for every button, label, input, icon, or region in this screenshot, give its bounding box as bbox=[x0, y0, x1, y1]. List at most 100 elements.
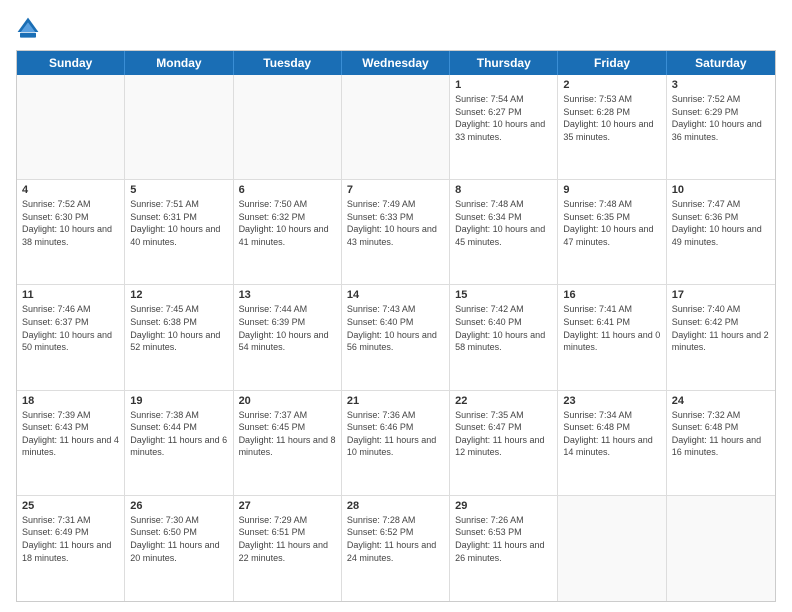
cell-details: Sunrise: 7:30 AM Sunset: 6:50 PM Dayligh… bbox=[130, 514, 227, 564]
calendar-cell: 16 Sunrise: 7:41 AM Sunset: 6:41 PM Dayli… bbox=[558, 285, 666, 389]
calendar-cell: 27 Sunrise: 7:29 AM Sunset: 6:51 PM Dayli… bbox=[234, 496, 342, 601]
calendar-cell: 9 Sunrise: 7:48 AM Sunset: 6:35 PM Daylig… bbox=[558, 180, 666, 284]
cell-details: Sunrise: 7:39 AM Sunset: 6:43 PM Dayligh… bbox=[22, 409, 119, 459]
day-number: 27 bbox=[239, 500, 336, 512]
calendar-cell bbox=[342, 75, 450, 179]
weekday-header: Friday bbox=[558, 51, 666, 75]
day-number: 26 bbox=[130, 500, 227, 512]
cell-details: Sunrise: 7:48 AM Sunset: 6:35 PM Dayligh… bbox=[563, 198, 660, 248]
calendar-cell: 24 Sunrise: 7:32 AM Sunset: 6:48 PM Dayli… bbox=[667, 391, 775, 495]
calendar-body: 1 Sunrise: 7:54 AM Sunset: 6:27 PM Daylig… bbox=[17, 75, 775, 601]
day-number: 22 bbox=[455, 395, 552, 407]
calendar-header: SundayMondayTuesdayWednesdayThursdayFrid… bbox=[17, 51, 775, 75]
cell-details: Sunrise: 7:46 AM Sunset: 6:37 PM Dayligh… bbox=[22, 303, 119, 353]
cell-details: Sunrise: 7:29 AM Sunset: 6:51 PM Dayligh… bbox=[239, 514, 336, 564]
cell-details: Sunrise: 7:50 AM Sunset: 6:32 PM Dayligh… bbox=[239, 198, 336, 248]
cell-details: Sunrise: 7:32 AM Sunset: 6:48 PM Dayligh… bbox=[672, 409, 770, 459]
calendar-cell: 3Sunrise: 7:52 AM Sunset: 6:29 PM Daylig… bbox=[667, 75, 775, 179]
day-number: 5 bbox=[130, 184, 227, 196]
weekday-header: Wednesday bbox=[342, 51, 450, 75]
cell-details: Sunrise: 7:44 AM Sunset: 6:39 PM Dayligh… bbox=[239, 303, 336, 353]
day-number: 16 bbox=[563, 289, 660, 301]
logo bbox=[16, 16, 44, 40]
calendar-cell bbox=[558, 496, 666, 601]
day-number: 2 bbox=[563, 79, 660, 91]
cell-details: Sunrise: 7:38 AM Sunset: 6:44 PM Dayligh… bbox=[130, 409, 227, 459]
day-number: 8 bbox=[455, 184, 552, 196]
cell-details: Sunrise: 7:41 AM Sunset: 6:41 PM Dayligh… bbox=[563, 303, 660, 353]
cell-details: Sunrise: 7:42 AM Sunset: 6:40 PM Dayligh… bbox=[455, 303, 552, 353]
day-number: 3 bbox=[672, 79, 770, 91]
cell-details: Sunrise: 7:36 AM Sunset: 6:46 PM Dayligh… bbox=[347, 409, 444, 459]
day-number: 14 bbox=[347, 289, 444, 301]
calendar-cell: 26 Sunrise: 7:30 AM Sunset: 6:50 PM Dayli… bbox=[125, 496, 233, 601]
day-number: 25 bbox=[22, 500, 119, 512]
logo-icon bbox=[16, 16, 40, 40]
cell-details: Sunrise: 7:43 AM Sunset: 6:40 PM Dayligh… bbox=[347, 303, 444, 353]
calendar-row: 25 Sunrise: 7:31 AM Sunset: 6:49 PM Dayli… bbox=[17, 496, 775, 601]
day-number: 24 bbox=[672, 395, 770, 407]
cell-details: Sunrise: 7:40 AM Sunset: 6:42 PM Dayligh… bbox=[672, 303, 770, 353]
cell-details: Sunrise: 7:37 AM Sunset: 6:45 PM Dayligh… bbox=[239, 409, 336, 459]
calendar-cell: 17 Sunrise: 7:40 AM Sunset: 6:42 PM Dayli… bbox=[667, 285, 775, 389]
calendar-cell: 18 Sunrise: 7:39 AM Sunset: 6:43 PM Dayli… bbox=[17, 391, 125, 495]
calendar-cell: 23 Sunrise: 7:34 AM Sunset: 6:48 PM Dayli… bbox=[558, 391, 666, 495]
calendar-row: 18 Sunrise: 7:39 AM Sunset: 6:43 PM Dayli… bbox=[17, 391, 775, 496]
day-number: 15 bbox=[455, 289, 552, 301]
cell-details: Sunrise: 7:47 AM Sunset: 6:36 PM Dayligh… bbox=[672, 198, 770, 248]
cell-details: Sunrise: 7:49 AM Sunset: 6:33 PM Dayligh… bbox=[347, 198, 444, 248]
day-number: 23 bbox=[563, 395, 660, 407]
cell-details: Sunrise: 7:45 AM Sunset: 6:38 PM Dayligh… bbox=[130, 303, 227, 353]
day-number: 18 bbox=[22, 395, 119, 407]
calendar-cell bbox=[125, 75, 233, 179]
day-number: 7 bbox=[347, 184, 444, 196]
cell-details: Sunrise: 7:31 AM Sunset: 6:49 PM Dayligh… bbox=[22, 514, 119, 564]
cell-details: Sunrise: 7:52 AM Sunset: 6:30 PM Dayligh… bbox=[22, 198, 119, 248]
calendar-cell bbox=[234, 75, 342, 179]
cell-details: Sunrise: 7:26 AM Sunset: 6:53 PM Dayligh… bbox=[455, 514, 552, 564]
cell-details: Sunrise: 7:48 AM Sunset: 6:34 PM Dayligh… bbox=[455, 198, 552, 248]
day-number: 20 bbox=[239, 395, 336, 407]
day-number: 21 bbox=[347, 395, 444, 407]
day-number: 19 bbox=[130, 395, 227, 407]
day-number: 6 bbox=[239, 184, 336, 196]
weekday-header: Saturday bbox=[667, 51, 775, 75]
day-number: 17 bbox=[672, 289, 770, 301]
weekday-header: Tuesday bbox=[234, 51, 342, 75]
cell-details: Sunrise: 7:34 AM Sunset: 6:48 PM Dayligh… bbox=[563, 409, 660, 459]
calendar-cell: 1 Sunrise: 7:54 AM Sunset: 6:27 PM Daylig… bbox=[450, 75, 558, 179]
calendar-cell: 5Sunrise: 7:51 AM Sunset: 6:31 PM Daylig… bbox=[125, 180, 233, 284]
day-number: 9 bbox=[563, 184, 660, 196]
calendar-cell: 11Sunrise: 7:46 AM Sunset: 6:37 PM Dayli… bbox=[17, 285, 125, 389]
calendar-cell bbox=[17, 75, 125, 179]
calendar-cell: 2 Sunrise: 7:53 AM Sunset: 6:28 PM Daylig… bbox=[558, 75, 666, 179]
weekday-header: Sunday bbox=[17, 51, 125, 75]
calendar-cell: 25 Sunrise: 7:31 AM Sunset: 6:49 PM Dayli… bbox=[17, 496, 125, 601]
calendar-cell: 29 Sunrise: 7:26 AM Sunset: 6:53 PM Dayli… bbox=[450, 496, 558, 601]
weekday-header: Monday bbox=[125, 51, 233, 75]
weekday-header: Thursday bbox=[450, 51, 558, 75]
calendar-cell: 13Sunrise: 7:44 AM Sunset: 6:39 PM Dayli… bbox=[234, 285, 342, 389]
calendar-row: 4 Sunrise: 7:52 AM Sunset: 6:30 PM Daylig… bbox=[17, 180, 775, 285]
calendar-cell: 7 Sunrise: 7:49 AM Sunset: 6:33 PM Daylig… bbox=[342, 180, 450, 284]
calendar-row: 1 Sunrise: 7:54 AM Sunset: 6:27 PM Daylig… bbox=[17, 75, 775, 180]
calendar-row: 11Sunrise: 7:46 AM Sunset: 6:37 PM Dayli… bbox=[17, 285, 775, 390]
cell-details: Sunrise: 7:54 AM Sunset: 6:27 PM Dayligh… bbox=[455, 93, 552, 143]
calendar-cell: 14 Sunrise: 7:43 AM Sunset: 6:40 PM Dayli… bbox=[342, 285, 450, 389]
calendar-cell: 12 Sunrise: 7:45 AM Sunset: 6:38 PM Dayli… bbox=[125, 285, 233, 389]
day-number: 29 bbox=[455, 500, 552, 512]
day-number: 28 bbox=[347, 500, 444, 512]
day-number: 12 bbox=[130, 289, 227, 301]
day-number: 10 bbox=[672, 184, 770, 196]
calendar-cell: 21 Sunrise: 7:36 AM Sunset: 6:46 PM Dayli… bbox=[342, 391, 450, 495]
page: SundayMondayTuesdayWednesdayThursdayFrid… bbox=[0, 0, 792, 612]
calendar: SundayMondayTuesdayWednesdayThursdayFrid… bbox=[16, 50, 776, 602]
day-number: 1 bbox=[455, 79, 552, 91]
cell-details: Sunrise: 7:28 AM Sunset: 6:52 PM Dayligh… bbox=[347, 514, 444, 564]
calendar-cell: 6 Sunrise: 7:50 AM Sunset: 6:32 PM Daylig… bbox=[234, 180, 342, 284]
calendar-cell: 19 Sunrise: 7:38 AM Sunset: 6:44 PM Dayli… bbox=[125, 391, 233, 495]
header bbox=[16, 16, 776, 40]
cell-details: Sunrise: 7:53 AM Sunset: 6:28 PM Dayligh… bbox=[563, 93, 660, 143]
day-number: 4 bbox=[22, 184, 119, 196]
calendar-cell: 28 Sunrise: 7:28 AM Sunset: 6:52 PM Dayli… bbox=[342, 496, 450, 601]
